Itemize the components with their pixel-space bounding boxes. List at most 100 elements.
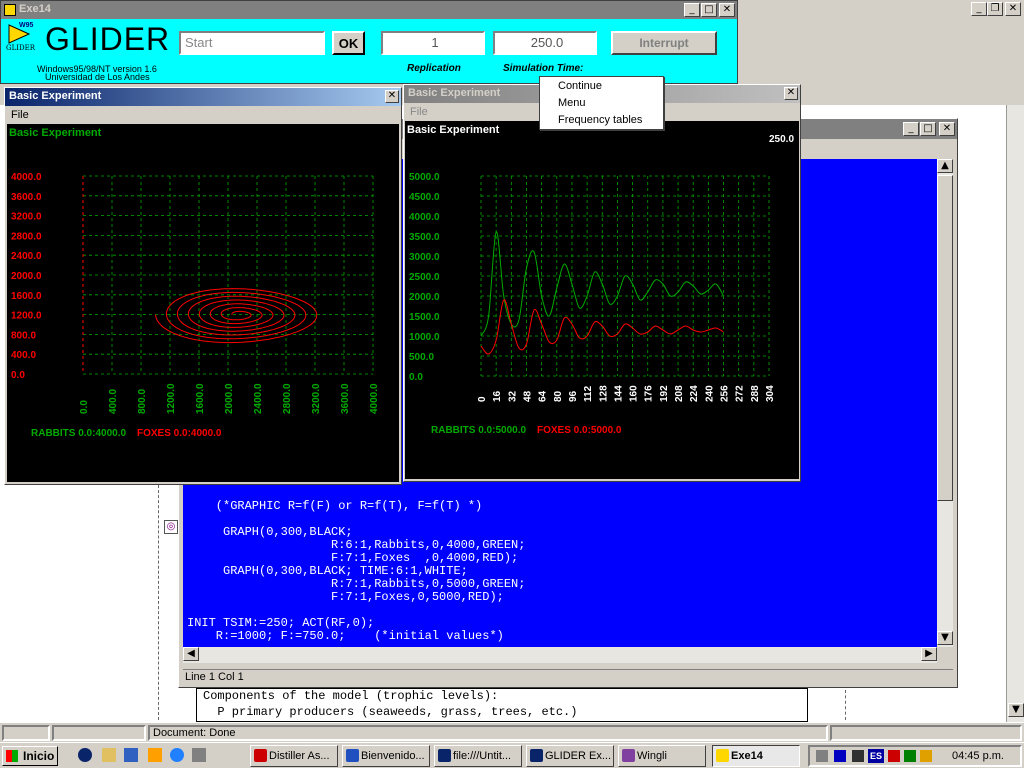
time-value: 250.0 (769, 134, 794, 145)
scroll-down-icon[interactable]: ▼ (937, 631, 953, 645)
menu-item-continue[interactable]: Continue (558, 80, 602, 92)
editor-side-icon[interactable]: ◎ (164, 520, 178, 534)
code-line: GRAPH(0,300,BLACK; (187, 525, 353, 539)
logo-mini-text: GLIDER (6, 44, 35, 52)
x-tick-label: 128 (598, 385, 609, 402)
browser-icon (438, 749, 451, 762)
left-chart-canvas: Basic Experiment 4000.0 3600.0 3200.0 2800.0… (7, 124, 399, 482)
y-tick-label: 1200.0 (11, 311, 42, 322)
y-tick-label: 2400.0 (11, 251, 42, 262)
editor-minimize-icon[interactable]: _ (903, 122, 919, 136)
simulation-time-field[interactable]: 250.0 (493, 31, 597, 55)
right-chart-file-menu[interactable]: File (410, 106, 428, 118)
outlook-icon[interactable] (102, 748, 116, 762)
menu-item-frequency-tables[interactable]: Frequency tables (558, 114, 642, 126)
editor-vscrollbar[interactable]: ▲ ▼ (937, 159, 953, 647)
glider-maximize-icon[interactable]: □ (701, 3, 717, 17)
player-icon[interactable] (148, 748, 162, 762)
x-tick-label: 4000.0 (369, 383, 380, 414)
media-icon[interactable] (834, 750, 846, 762)
glider-logo-text: GLIDER (45, 21, 171, 57)
x-tick-label: 16 (492, 390, 503, 402)
monitor-icon[interactable] (852, 750, 864, 762)
scroll-right-icon[interactable]: ▶ (921, 647, 937, 661)
browser-minimize-icon[interactable]: _ (971, 2, 987, 16)
wingli-icon (622, 749, 635, 762)
code-line: R:=1000; F:=750.0; (*initial values*) (187, 629, 504, 643)
y-tick-label: 400.0 (11, 350, 36, 361)
y-tick-label: 1500.0 (409, 312, 440, 323)
x-tick-label: 3600.0 (340, 383, 351, 414)
x-tick-label: 160 (629, 385, 640, 402)
y-tick-label: 1600.0 (11, 291, 42, 302)
x-tick-label: 800.0 (137, 389, 148, 414)
tray-icon-c[interactable] (920, 750, 932, 762)
tray-icon-a[interactable] (888, 750, 900, 762)
code-line: R:6:1,Rabbits,0,4000,GREEN; (187, 538, 526, 552)
editor-hscrollbar[interactable]: ◀ ▶ (183, 647, 937, 663)
status-text: Document: Done (148, 725, 828, 741)
x-tick-label: 32 (507, 390, 518, 402)
volume-icon[interactable] (816, 750, 828, 762)
start-input[interactable]: Start (179, 31, 325, 55)
exe14-icon (716, 749, 729, 762)
code-line: F:7:1,Foxes,0,5000,RED); (187, 590, 504, 604)
language-indicator[interactable]: ES (868, 749, 884, 763)
ok-button[interactable]: OK (332, 31, 365, 55)
taskbar-glider[interactable]: GLIDER Ex... (526, 745, 614, 767)
app-icon[interactable] (192, 748, 206, 762)
browser-close-icon[interactable]: ✕ (1005, 2, 1021, 16)
glider-close-icon[interactable]: ✕ (719, 3, 735, 17)
left-chart-close-icon[interactable]: ✕ (385, 90, 399, 103)
scroll-up-icon[interactable]: ▲ (937, 159, 953, 173)
glider-title: Exe14 (19, 3, 51, 15)
doc-line-1: Components of the model (trophic levels)… (203, 689, 499, 703)
left-chart-menubar: File (5, 106, 401, 124)
scroll-thumb[interactable] (937, 175, 953, 501)
quicklaunch (74, 748, 244, 764)
glider-minimize-icon[interactable]: _ (684, 3, 700, 17)
x-tick-label: 64 (538, 390, 549, 402)
taskbar-file[interactable]: file:///Untit... (434, 745, 522, 767)
taskbar-label: file:///Untit... (453, 750, 512, 762)
y-tick-label: 4500.0 (409, 192, 440, 203)
browser-restore-icon[interactable]: ❐ (987, 2, 1003, 16)
start-button[interactable]: Inicio (2, 746, 58, 766)
simulation-time-label: Simulation Time: (503, 63, 584, 74)
taskbar-exe14[interactable]: Exe14 (712, 745, 800, 767)
x-tick-label: 176 (644, 385, 655, 402)
ie-icon[interactable] (170, 748, 184, 762)
glider-panel: W95 GLIDER GLIDER Windows95/98/NT versio… (1, 19, 737, 83)
taskbar-label: Wingli (637, 750, 667, 762)
x-tick-label: 96 (568, 390, 579, 402)
editor-close-icon[interactable]: ✕ (939, 122, 955, 136)
tool-icon[interactable] (124, 748, 138, 762)
x-tick-label: 1200.0 (166, 383, 177, 414)
scroll-left-icon[interactable]: ◀ (183, 647, 199, 661)
y-tick-label: 3500.0 (409, 232, 440, 243)
doc-scrollbar[interactable]: ▼ (1006, 105, 1024, 722)
x-tick-label: 192 (659, 385, 670, 402)
taskbar-distiller[interactable]: Distiller As... (250, 745, 338, 767)
tray-icon-b[interactable] (904, 750, 916, 762)
replication-field[interactable]: 1 (381, 31, 485, 55)
code-line: R:7:1,Rabbits,0,5000,GREEN; (187, 577, 526, 591)
taskbar-bienvenido[interactable]: Bienvenido... (342, 745, 430, 767)
legend-rabbits: RABBITS 0.0:5000.0 (431, 425, 526, 436)
chart-title: Basic Experiment (407, 124, 500, 136)
interrupt-button[interactable]: Interrupt (611, 31, 717, 55)
x-tick-label: 400.0 (108, 389, 119, 414)
start-label: Inicio (23, 749, 55, 763)
taskbar-wingli[interactable]: Wingli (618, 745, 706, 767)
netscape-icon[interactable] (78, 748, 92, 762)
right-chart-close-icon[interactable]: ✕ (784, 87, 798, 100)
editor-maximize-icon[interactable]: □ (920, 122, 936, 136)
x-tick-label: 272 (735, 385, 746, 402)
y-tick-label: 500.0 (409, 352, 434, 363)
left-chart-file-menu[interactable]: File (11, 109, 29, 121)
status-progress (52, 725, 146, 741)
menu-item-menu[interactable]: Menu (558, 97, 586, 109)
scroll-down-icon[interactable]: ▼ (1008, 703, 1024, 717)
taskbar-label: Distiller As... (269, 750, 330, 762)
editor-status: Line 1 Col 1 (183, 669, 953, 685)
